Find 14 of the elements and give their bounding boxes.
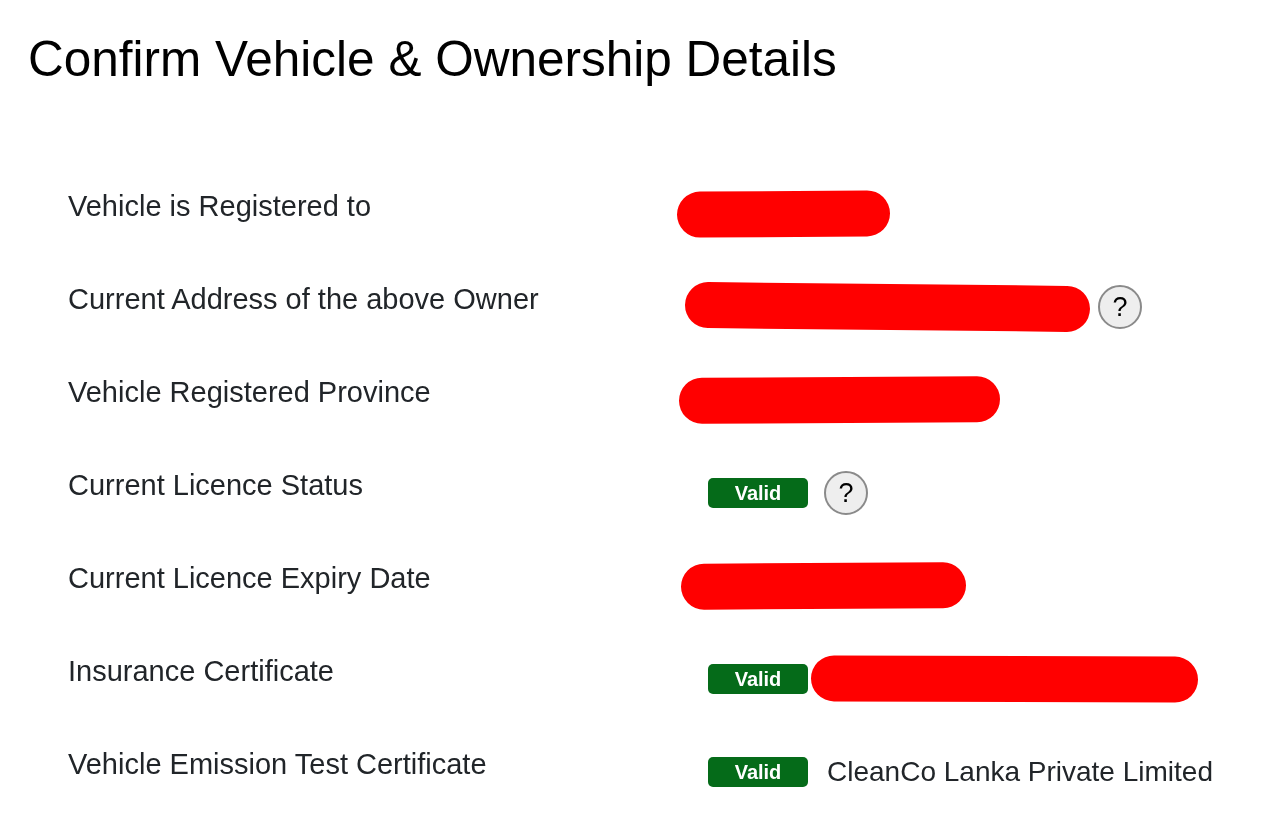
field-label: Insurance Certificate xyxy=(68,653,334,689)
status-badge: Valid xyxy=(708,663,808,694)
page-title: Confirm Vehicle & Ownership Details xyxy=(28,30,837,88)
field-label: Vehicle Registered Province xyxy=(68,374,431,410)
field-label: Current Licence Status xyxy=(68,467,363,503)
help-button[interactable]: ? xyxy=(1098,284,1142,329)
field-label: Current Licence Expiry Date xyxy=(68,560,431,596)
value-text: CleanCo Lanka Private Limited xyxy=(827,754,1213,789)
help-button[interactable]: ? xyxy=(824,470,868,515)
field-label: Vehicle Emission Test Certificate xyxy=(68,746,487,782)
status-badge: Valid xyxy=(708,756,808,787)
field-label: Vehicle is Registered to xyxy=(68,188,372,224)
field-label: Current Address of the above Owner xyxy=(68,281,539,317)
status-badge: Valid xyxy=(708,477,808,508)
